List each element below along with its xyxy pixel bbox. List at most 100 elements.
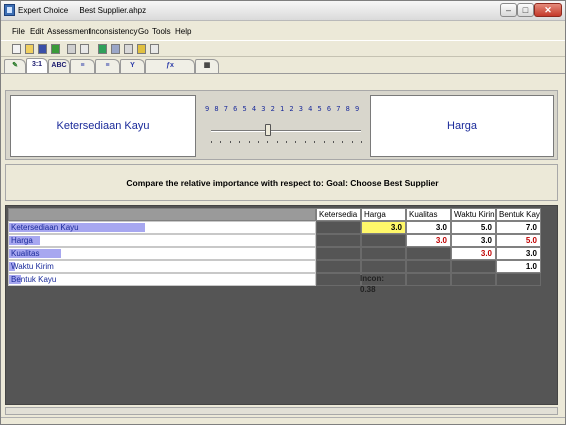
col-head-bentuk-kayu[interactable]: Bentuk Kay [496, 208, 541, 221]
menu-tools[interactable]: Tools [152, 27, 171, 36]
row-label[interactable]: Bentuk Kayu [8, 273, 316, 286]
tab-grid[interactable]: ▦ [195, 59, 219, 73]
slider-tick [314, 141, 316, 143]
matrix-cell [451, 273, 496, 286]
slider-tick [323, 141, 325, 143]
scale-number[interactable]: 5 [243, 105, 247, 113]
tab-tree[interactable]: ✎ [4, 59, 26, 73]
matrix-cell[interactable]: 5.0 [451, 221, 496, 234]
new-icon[interactable] [12, 44, 21, 54]
scale-number[interactable]: 2 [271, 105, 275, 113]
scale-number[interactable]: 7 [224, 105, 228, 113]
slider-tick [295, 141, 297, 143]
tree-tab-icon: ✎ [12, 62, 18, 69]
app-logo-icon [4, 4, 15, 16]
tab-numerical[interactable]: 3:1 [26, 58, 48, 74]
tab-hierarchy[interactable]: Y [120, 59, 145, 73]
slider-tick [239, 141, 241, 143]
scale-number[interactable]: 8 [214, 105, 218, 113]
hierarchy-tab-icon: Y [130, 62, 135, 69]
row-label[interactable]: Harga [8, 234, 316, 247]
scale-number[interactable]: 6 [327, 105, 331, 113]
slider-tick [248, 141, 250, 143]
check-icon[interactable] [51, 44, 60, 54]
scale-number[interactable]: 5 [318, 105, 322, 113]
open-icon[interactable] [25, 44, 34, 54]
tab-divider [1, 73, 565, 74]
tab-sort[interactable]: ≡ [95, 59, 120, 73]
matrix-cell [316, 260, 361, 273]
matrix-cell[interactable]: 1.0 [496, 260, 541, 273]
scale-number[interactable]: 1 [280, 105, 284, 113]
comparison-matrix: Ketersedia Harga Kualitas Waktu Kirin Be… [5, 205, 558, 405]
minimize-button[interactable]: – [500, 3, 517, 17]
scale-number[interactable]: 6 [233, 105, 237, 113]
row-label[interactable]: Kualitas [8, 247, 316, 260]
menu-file[interactable]: File [12, 27, 25, 36]
matrix-cell[interactable]: 3.0 [406, 221, 451, 234]
matrix-cell[interactable]: 3.0 [361, 221, 406, 234]
matrix-cell[interactable]: 3.0 [496, 247, 541, 260]
matrix-cell [361, 247, 406, 260]
row-label-text: Bentuk Kayu [11, 275, 57, 284]
scale-number[interactable]: 4 [252, 105, 256, 113]
row-label-text: Harga [11, 236, 33, 245]
matrix-cell[interactable]: 3.0 [451, 234, 496, 247]
menu-inconsistency[interactable]: Inconsistency [89, 27, 137, 36]
matrix-cell [361, 260, 406, 273]
model-icon[interactable] [98, 44, 107, 54]
menu-go[interactable]: Go [138, 27, 149, 36]
close-button[interactable]: ✕ [534, 3, 562, 17]
menu-assessment[interactable]: Assessment [47, 27, 91, 36]
formula-tab-icon: ƒx [166, 62, 174, 69]
col-head-kualitas[interactable]: Kualitas [406, 208, 451, 221]
row-label[interactable]: Waktu Kirim [8, 260, 316, 273]
grid-tab-icon: ▦ [203, 62, 211, 69]
row-label[interactable]: Ketersediaan Kayu [8, 221, 316, 234]
matrix-cell[interactable]: 3.0 [451, 247, 496, 260]
save-icon[interactable] [38, 44, 47, 54]
slider-track[interactable] [211, 130, 361, 132]
col-head-harga[interactable]: Harga [361, 208, 406, 221]
app-name: Expert Choice [18, 6, 69, 15]
horizontal-scrollbar[interactable] [5, 407, 558, 415]
slider-tick [229, 141, 231, 143]
row-label-text: Ketersediaan Kayu [11, 223, 79, 232]
scale-number[interactable]: 3 [261, 105, 265, 113]
scale-number[interactable]: 8 [346, 105, 350, 113]
scale-number[interactable]: 7 [336, 105, 340, 113]
slider-tick [286, 141, 287, 143]
menu-edit[interactable]: Edit [30, 27, 44, 36]
scale-number[interactable]: 2 [289, 105, 293, 113]
right-element-box: Harga [370, 95, 554, 157]
slider-thumb[interactable] [265, 124, 271, 136]
matrix-cell [496, 273, 541, 286]
menu-help[interactable]: Help [175, 27, 191, 36]
tree-icon[interactable] [111, 44, 120, 54]
tab-graphical[interactable]: ≡ [70, 59, 95, 73]
print-icon[interactable] [67, 44, 76, 54]
tab-formula[interactable]: ƒx [145, 59, 195, 73]
calc-icon[interactable] [124, 44, 133, 54]
matrix-cell[interactable]: 5.0 [496, 234, 541, 247]
undo-icon[interactable] [150, 44, 159, 54]
col-head-waktu-kirim[interactable]: Waktu Kirin [451, 208, 496, 221]
col-head-ketersediaan[interactable]: Ketersedia [316, 208, 361, 221]
slider-tick [361, 141, 362, 143]
matrix-corner [8, 208, 316, 221]
matrix-cell[interactable]: 3.0 [406, 234, 451, 247]
scale-number[interactable]: 9 [205, 105, 209, 113]
menu-bar: File Edit Assessment Inconsistency Go To… [1, 23, 565, 39]
matrix-cell[interactable]: 7.0 [496, 221, 541, 234]
scale-number[interactable]: 4 [308, 105, 312, 113]
maximize-button[interactable]: □ [517, 3, 534, 17]
key-icon[interactable] [137, 44, 146, 54]
comparison-panel: Ketersediaan Kayu 98765432123456789 Harg… [5, 90, 558, 160]
inconsistency-ratio: Incon: 0.38 [360, 274, 384, 294]
left-element-box: Ketersediaan Kayu [10, 95, 196, 157]
preview-icon[interactable] [80, 44, 89, 54]
scale-number[interactable]: 9 [355, 105, 359, 113]
scale-number[interactable]: 3 [299, 105, 303, 113]
title-bar: Expert Choice Best Supplier.ahpz – □ ✕ [1, 1, 565, 21]
tab-verbal[interactable]: ABC [48, 59, 70, 73]
